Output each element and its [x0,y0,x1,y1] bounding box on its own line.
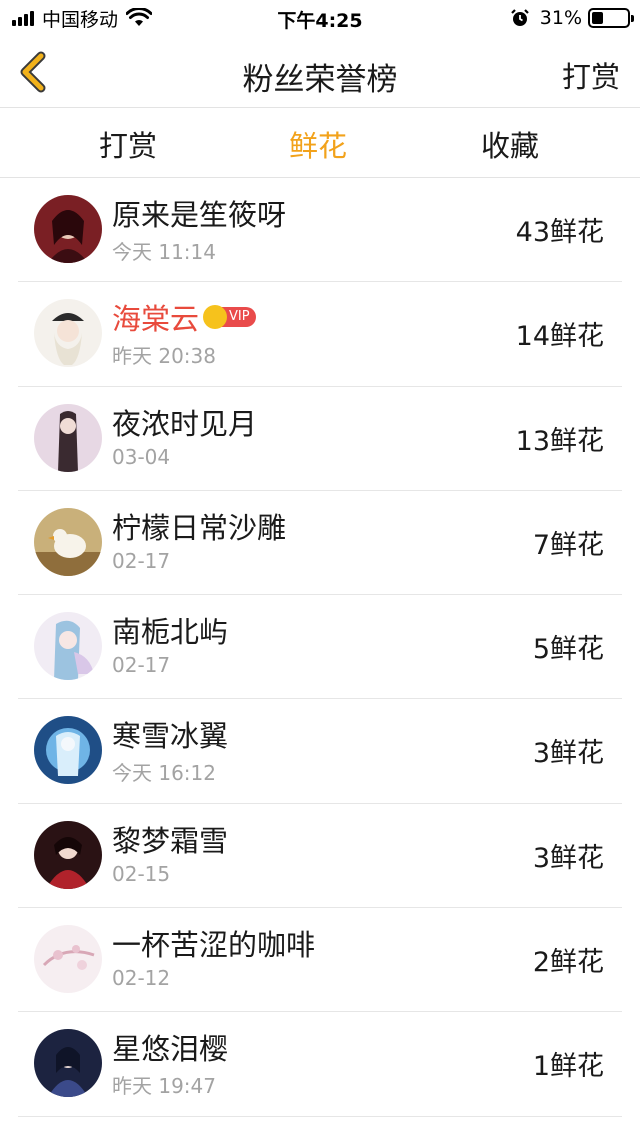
name-line: 寒雪冰翼 [112,715,228,753]
avatar[interactable] [34,716,102,785]
avatar[interactable] [34,1029,102,1098]
name-line: 黎梦霜雪 [112,820,228,858]
flower-count: 43鲜花 [515,217,604,248]
timestamp: 昨天 19:47 [112,1074,216,1099]
reward-button[interactable]: 打赏 [562,54,620,96]
flower-count: 3鲜花 [532,738,604,770]
list-item[interactable]: 夜浓时见月 03-04 13鲜花 [0,387,640,492]
timestamp: 02-17 [112,653,171,678]
list-item[interactable]: 寒雪冰翼 今天 16:12 3鲜花 [0,699,640,805]
timestamp: 昨天 20:38 [112,344,216,369]
list-item[interactable]: 南栀北屿 02-17 5鲜花 [0,595,640,700]
tab-reward[interactable]: 打赏 [58,123,198,165]
user-name[interactable]: 海棠云 [112,296,199,338]
flower-count: 13鲜花 [515,425,604,457]
timestamp: 今天 11:14 [112,240,216,264]
battery-icon [588,8,634,28]
flower-count: 7鲜花 [532,529,604,561]
list-item[interactable]: 星悠泪樱 昨天 19:47 1鲜花 [0,1012,640,1117]
list-item[interactable]: 原来是笙筱呀 今天 11:14 43鲜花 [0,178,640,283]
battery-fill [592,12,603,24]
avatar[interactable] [34,612,102,681]
tab-flowers[interactable]: 鲜花 [248,123,388,165]
avatar[interactable] [34,925,102,994]
user-name[interactable]: 柠檬日常沙雕 [112,505,286,547]
user-name[interactable]: 南栀北屿 [112,609,228,651]
tab-favorites[interactable]: 收藏 [440,123,580,165]
flower-count: 5鲜花 [532,634,604,666]
avatar[interactable] [34,507,102,576]
timestamp: 02-12 [112,966,171,991]
page-title: 粉丝荣誉榜 [242,62,398,98]
list-item[interactable]: 柠檬日常沙雕 02-17 7鲜花 [0,491,640,596]
battery-percent: 31% [539,7,582,29]
alarm-icon [510,9,529,26]
name-line: 星悠泪樱 [112,1028,228,1066]
user-name[interactable]: 一杯苦涩的咖啡 [112,922,315,964]
timestamp: 02-15 [112,861,171,886]
list-item[interactable]: 黎梦霜雪 02-15 3鲜花 [0,804,640,909]
avatar[interactable] [34,820,102,889]
name-line: 夜浓时见月 [112,403,257,441]
flower-count: 2鲜花 [532,947,604,979]
timestamp: 03-04 [112,444,171,469]
name-line: 一杯苦涩的咖啡 [112,924,315,962]
status-right: 31% [510,6,634,30]
name-line: 海棠云 VIP [112,298,256,336]
name-line: 南栀北屿 [112,611,228,649]
vip-badge: VIP [203,305,256,330]
user-name[interactable]: 原来是笙筱呀 [112,192,286,234]
avatar[interactable] [34,195,102,263]
flower-count: 3鲜花 [532,842,604,874]
name-line: 原来是笙筱呀 [112,194,286,232]
list-item[interactable]: 一杯苦涩的咖啡 02-12 2鲜花 [0,908,640,1013]
battery-cap [631,15,634,22]
name-line: 柠檬日常沙雕 [112,507,286,545]
nav-bar: 粉丝荣誉榜 打赏 [0,36,640,108]
avatar[interactable] [34,403,102,472]
timestamp: 今天 16:12 [112,761,216,786]
fan-list: 原来是笙筱呀 今天 11:14 43鲜花 海棠云 VIP 昨天 20:38 14… [0,178,640,1117]
avatar[interactable] [34,299,102,368]
tab-bar: 打赏 鲜花 收藏 [0,108,640,178]
user-name[interactable]: 黎梦霜雪 [112,818,228,860]
user-name[interactable]: 寒雪冰翼 [112,713,228,755]
flower-count: 1鲜花 [532,1051,604,1083]
list-item[interactable]: 海棠云 VIP 昨天 20:38 14鲜花 [0,282,640,387]
user-name[interactable]: 夜浓时见月 [112,401,257,443]
user-name[interactable]: 星悠泪樱 [112,1026,228,1068]
timestamp: 02-17 [112,548,171,573]
flower-count: 14鲜花 [515,321,604,353]
status-bar: 中国移动 下午4:25 31% [0,0,640,36]
